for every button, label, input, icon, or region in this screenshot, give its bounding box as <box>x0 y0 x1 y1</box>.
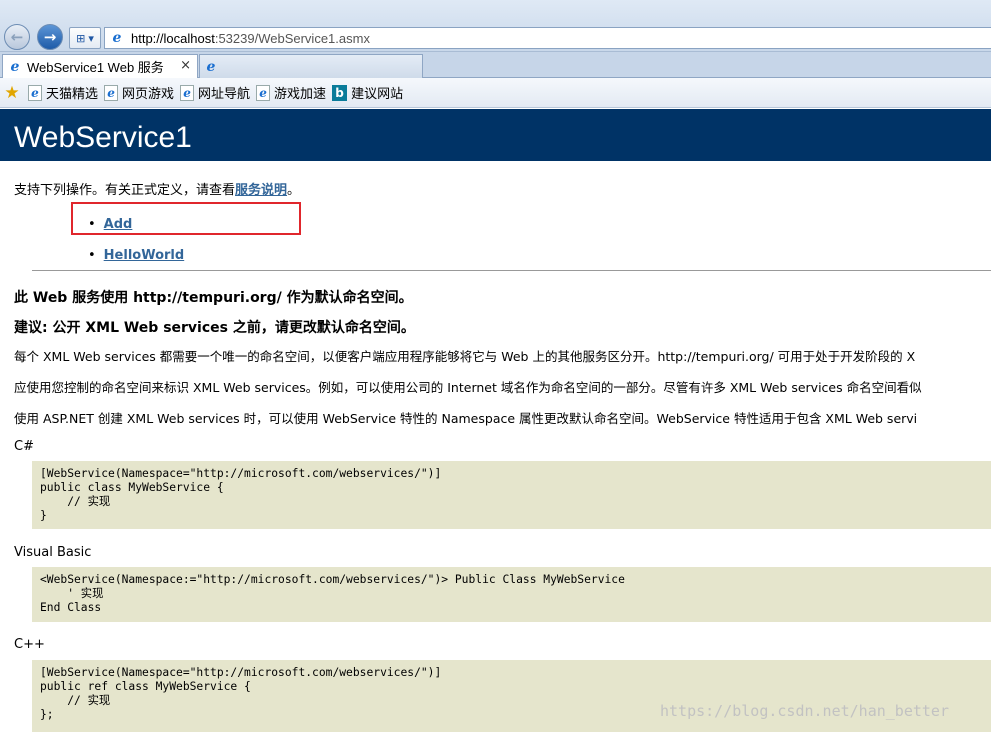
favorite-label: 建议网站 <box>351 87 404 102</box>
favorite-label: 网址导航 <box>198 87 251 102</box>
url-path: :53239/WebService1.asmx <box>214 30 370 46</box>
divider <box>32 270 991 271</box>
operation-link-helloworld[interactable]: HelloWorld <box>104 248 185 263</box>
bullet-icon: • <box>88 248 96 263</box>
favorite-label: 天猫精选 <box>46 87 99 102</box>
intro-end: 。 <box>287 183 301 198</box>
paragraph: 应使用您控制的命名空间来标识 XML Web services。例如，可以使用公… <box>14 380 922 395</box>
favorite-label: 网页游戏 <box>122 87 175 102</box>
new-tab-button[interactable]: e <box>199 54 423 78</box>
forward-arrow-icon: → <box>43 28 57 46</box>
page-title: WebService1 <box>14 121 192 154</box>
service-description-link[interactable]: 服务说明 <box>235 183 287 198</box>
url-host: http://localhost <box>131 30 215 46</box>
favorites-bar: ★ e 天猫精选 e 网页游戏 e 网址导航 e 游戏加速 b 建议网站 <box>0 78 991 108</box>
bing-icon: b <box>332 84 348 101</box>
favorite-item[interactable]: e 网页游戏 <box>104 83 174 102</box>
ie-page-icon: e <box>104 84 119 101</box>
highlight-box <box>71 202 301 235</box>
favorite-item[interactable]: e 网址导航 <box>180 83 250 102</box>
url-field[interactable]: e http://localhost:53239/WebService1.asm… <box>104 27 991 49</box>
intro-text: 支持下列操作。有关正式定义，请查看服务说明。 <box>14 179 300 198</box>
watermark: https://blog.csdn.net/han_better <box>660 702 949 720</box>
ie-tab-icon: e <box>10 58 20 75</box>
favorites-star-icon[interactable]: ★ <box>2 83 22 103</box>
add-site-icon: ⊞ <box>76 31 86 45</box>
code-block: [WebService(Namespace="http://microsoft.… <box>32 660 991 732</box>
ie-page-icon: e <box>180 84 195 101</box>
ie-new-tab-icon: e <box>206 58 216 75</box>
address-bar: ← → ⊞ ▾ e http://localhost:53239/WebServi… <box>0 0 991 52</box>
ie-page-icon: e <box>28 84 42 101</box>
ie-page-icon: e <box>112 30 122 46</box>
code-block: [WebService(Namespace="http://microsoft.… <box>32 461 991 529</box>
namespace-heading: 此 Web 服务使用 http://tempuri.org/ 作为默认命名空间。 <box>14 290 413 306</box>
favorite-item[interactable]: e 天猫精选 <box>28 83 98 102</box>
ie-page-icon: e <box>256 84 271 101</box>
code-language-label: Visual Basic <box>14 545 92 560</box>
compat-view-button[interactable]: ⊞ ▾ <box>69 27 101 49</box>
tab-title: WebService1 Web 服务 <box>27 60 164 75</box>
code-language-label: C++ <box>14 637 45 652</box>
paragraph: 每个 XML Web services 都需要一个唯一的命名空间，以便客户端应用… <box>14 349 916 364</box>
back-button[interactable]: ← <box>4 24 30 50</box>
tab-webservice1[interactable]: e WebService1 Web 服务 × <box>2 54 198 78</box>
favorite-item[interactable]: e 游戏加速 <box>256 83 326 102</box>
code-block: <WebService(Namespace:="http://microsoft… <box>32 567 991 622</box>
code-language-label: C# <box>14 439 34 454</box>
tab-bar: e WebService1 Web 服务 × e <box>0 52 991 78</box>
back-arrow-icon: ← <box>10 28 24 46</box>
favorite-item[interactable]: b 建议网站 <box>332 83 403 102</box>
favorite-label: 游戏加速 <box>274 87 327 102</box>
close-icon[interactable]: × <box>180 58 191 73</box>
paragraph: 使用 ASP.NET 创建 XML Web services 时，可以使用 We… <box>14 411 918 426</box>
intro-label: 支持下列操作。有关正式定义，请查看 <box>14 183 236 198</box>
recommendation-heading: 建议: 公开 XML Web services 之前，请更改默认命名空间。 <box>14 320 415 336</box>
list-item: • HelloWorld <box>88 240 184 271</box>
chevron-down-icon: ▾ <box>88 31 94 45</box>
forward-button[interactable]: → <box>37 24 63 50</box>
url-text: http://localhost:53239/WebService1.asmx <box>131 31 370 46</box>
